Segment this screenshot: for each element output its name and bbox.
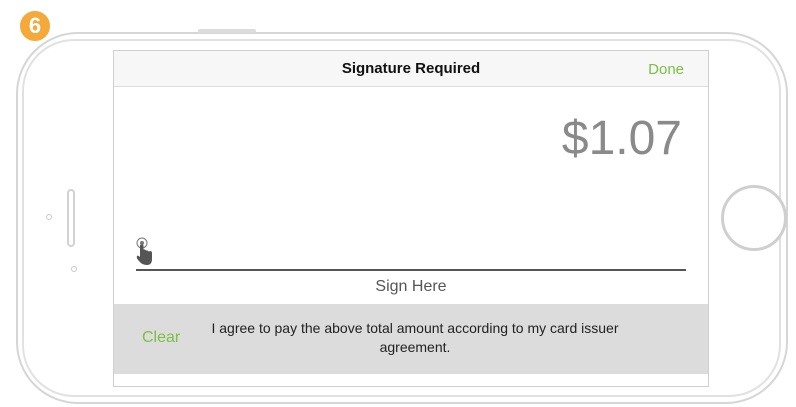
agreement-bar: Clear I agree to pay the above total amo…: [114, 304, 708, 374]
signature-line[interactable]: [136, 269, 686, 271]
done-button[interactable]: Done: [648, 61, 684, 78]
sign-here-label: Sign Here: [375, 278, 447, 295]
page-title: Signature Required: [341, 60, 481, 77]
front-camera-dot: [46, 214, 52, 220]
home-button-icon: [721, 185, 787, 251]
speaker-slot: [67, 189, 75, 247]
volume-button: [198, 29, 256, 33]
finger-pointer-icon: [136, 237, 152, 265]
total-amount: $1.07: [561, 112, 682, 165]
clear-button[interactable]: Clear: [142, 329, 180, 347]
screen-bottom-strip: [114, 374, 708, 386]
step-number-badge: 6: [18, 9, 52, 43]
signature-screen: Signature Required Done $1.07 Sign Here …: [113, 50, 709, 387]
navigation-bar: Signature Required Done: [114, 51, 708, 87]
sensor-dot: [71, 266, 77, 272]
agreement-text: I agree to pay the above total amount ac…: [211, 320, 619, 355]
